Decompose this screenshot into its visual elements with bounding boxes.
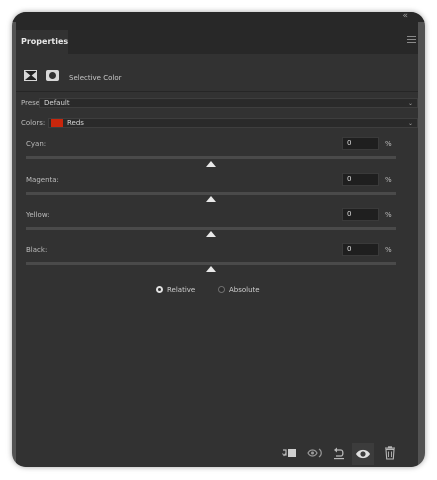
- cyan-slider-thumb[interactable]: [206, 161, 216, 167]
- visibility-toggle-button[interactable]: [352, 443, 374, 465]
- clip-to-layer-icon[interactable]: [281, 446, 297, 460]
- magenta-unit: %: [385, 176, 392, 184]
- cyan-slider-track[interactable]: [26, 156, 396, 159]
- color-swatch: [51, 119, 63, 127]
- panel-collapse-bar[interactable]: «: [12, 12, 425, 22]
- magenta-value-field[interactable]: 0: [342, 173, 379, 186]
- yellow-slider-thumb[interactable]: [206, 231, 216, 237]
- magenta-label: Magenta:: [26, 176, 59, 184]
- absolute-label[interactable]: Absolute: [229, 285, 260, 295]
- adjustment-title: Selective Color: [69, 74, 122, 82]
- reset-icon[interactable]: [331, 446, 347, 460]
- colors-label: Colors:: [21, 119, 46, 127]
- visibility-eye-icon: [356, 449, 370, 459]
- preset-value: Default: [44, 99, 70, 107]
- black-slider-track[interactable]: [26, 262, 396, 265]
- chevron-down-icon: ⌄: [407, 120, 413, 127]
- cyan-label: Cyan:: [26, 140, 47, 148]
- yellow-unit: %: [385, 211, 392, 219]
- preset-dropdown[interactable]: Default ⌄: [39, 98, 418, 108]
- magenta-slider-track[interactable]: [26, 192, 396, 195]
- properties-panel: Properties Selective Color Preset: Defau…: [16, 22, 418, 467]
- yellow-value-field[interactable]: 0: [342, 208, 379, 221]
- tab-bar: Properties: [16, 22, 418, 54]
- layer-mask-icon[interactable]: [46, 70, 59, 81]
- method-radio-group: Relative Absolute: [156, 285, 306, 297]
- magenta-slider-thumb[interactable]: [206, 196, 216, 202]
- relative-radio[interactable]: [156, 286, 163, 293]
- trash-icon[interactable]: [382, 446, 398, 460]
- panel-menu-icon[interactable]: [407, 36, 416, 44]
- black-slider-thumb[interactable]: [206, 266, 216, 272]
- relative-label[interactable]: Relative: [167, 285, 195, 295]
- black-value-field[interactable]: 0: [342, 243, 379, 256]
- absolute-radio[interactable]: [218, 286, 225, 293]
- yellow-label: Yellow:: [26, 211, 50, 219]
- panel-footer: [16, 443, 418, 467]
- colors-dropdown[interactable]: Reds ⌄: [48, 118, 418, 128]
- selective-color-adjustment-icon[interactable]: [24, 70, 37, 81]
- view-previous-state-icon[interactable]: [307, 446, 323, 460]
- tab-properties[interactable]: Properties: [16, 30, 68, 54]
- black-unit: %: [385, 246, 392, 254]
- colors-value: Reds: [67, 119, 84, 127]
- adjustment-header: Selective Color: [16, 54, 418, 92]
- cyan-value-field[interactable]: 0: [342, 137, 379, 150]
- properties-window: « Properties Selective Color Preset: Def…: [12, 12, 425, 467]
- chevron-down-icon: ⌄: [407, 100, 413, 107]
- black-label: Black:: [26, 246, 48, 254]
- cyan-unit: %: [385, 140, 392, 148]
- yellow-slider-track[interactable]: [26, 227, 396, 230]
